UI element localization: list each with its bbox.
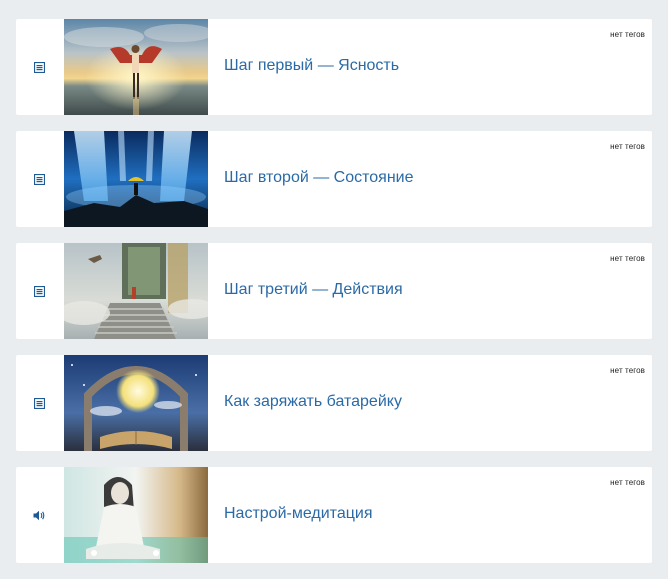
lesson-card[interactable]: Шаг третий — Действия нет тегов — [16, 243, 652, 339]
audio-icon — [33, 509, 45, 521]
lesson-card[interactable]: Как заряжать батарейку нет тегов — [16, 355, 652, 451]
lesson-title-link[interactable]: Шаг третий — Действия — [224, 281, 403, 299]
tags-label: нет тегов — [610, 142, 645, 151]
document-icon — [33, 61, 45, 73]
lesson-thumbnail-image[interactable] — [64, 131, 208, 227]
lesson-title-link[interactable]: Шаг второй — Состояние — [224, 169, 414, 187]
document-icon — [33, 397, 45, 409]
tags-label: нет тегов — [610, 478, 645, 487]
tags-label: нет тегов — [610, 254, 645, 263]
lesson-title-link[interactable]: Как заряжать батарейку — [224, 393, 402, 411]
tags-label: нет тегов — [610, 30, 645, 39]
lesson-title-link[interactable]: Настрой-медитация — [224, 505, 372, 523]
lesson-title-link[interactable]: Шаг первый — Ясность — [224, 57, 399, 75]
lesson-card[interactable]: Шаг первый — Ясность нет тегов — [16, 19, 652, 115]
lesson-thumbnail-image[interactable] — [64, 467, 208, 563]
lesson-card[interactable]: Настрой-медитация нет тегов — [16, 467, 652, 563]
document-icon — [33, 285, 45, 297]
lesson-thumbnail-image[interactable] — [64, 19, 208, 115]
tags-label: нет тегов — [610, 366, 645, 375]
lesson-card[interactable]: Шаг второй — Состояние нет тегов — [16, 131, 652, 227]
lesson-thumbnail-image[interactable] — [64, 243, 208, 339]
lesson-list: Шаг первый — Ясность нет тегов Шаг второ… — [0, 0, 668, 579]
lesson-thumbnail-image[interactable] — [64, 355, 208, 451]
document-icon — [33, 173, 45, 185]
